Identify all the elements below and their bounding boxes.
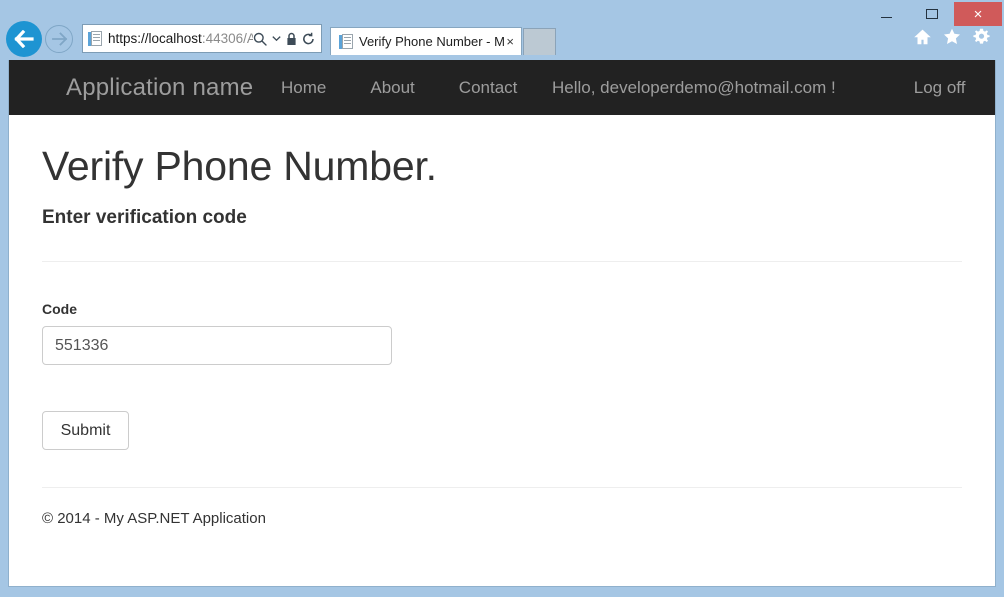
footer-divider bbox=[42, 487, 962, 488]
nav-link-home[interactable]: Home bbox=[259, 78, 348, 98]
verify-code-form: Code Submit bbox=[42, 301, 970, 450]
forward-button[interactable] bbox=[45, 25, 73, 53]
lock-icon[interactable] bbox=[286, 32, 297, 46]
close-tab-button[interactable]: × bbox=[504, 34, 516, 49]
browser-window: × https://localhost:44306/Acc bbox=[0, 0, 1004, 597]
nav-link-about[interactable]: About bbox=[348, 78, 436, 98]
maximize-button[interactable] bbox=[909, 2, 954, 26]
log-off-link[interactable]: Log off bbox=[914, 78, 966, 98]
forward-arrow-icon bbox=[51, 32, 68, 46]
back-button[interactable] bbox=[6, 21, 42, 57]
user-nav: Hello, developerdemo@hotmail.com ! Log o… bbox=[552, 78, 965, 98]
home-icon[interactable] bbox=[914, 29, 931, 45]
address-bar-icons bbox=[253, 32, 317, 46]
search-icon[interactable] bbox=[253, 32, 267, 46]
close-window-button[interactable]: × bbox=[954, 2, 1002, 26]
browser-tab[interactable]: Verify Phone Number - My ... × bbox=[330, 27, 522, 55]
close-icon: × bbox=[974, 7, 983, 22]
section-divider bbox=[42, 261, 962, 262]
brand-link[interactable]: Application name bbox=[66, 74, 253, 102]
submit-button[interactable]: Submit bbox=[42, 411, 129, 450]
gear-icon[interactable] bbox=[973, 28, 990, 45]
chrome-tool-icons bbox=[914, 28, 990, 45]
tab-title: Verify Phone Number - My ... bbox=[359, 34, 504, 49]
primary-nav: Home About Contact bbox=[259, 78, 539, 98]
page-content: Verify Phone Number. Enter verification … bbox=[9, 143, 995, 527]
page-icon bbox=[88, 31, 102, 47]
page-icon bbox=[339, 34, 353, 50]
page-title: Verify Phone Number. bbox=[42, 143, 970, 190]
page-viewport: Application name Home About Contact Hell… bbox=[8, 60, 996, 587]
minimize-icon bbox=[881, 17, 892, 18]
window-controls: × bbox=[864, 2, 1002, 26]
url-path: :44306/Acc bbox=[202, 31, 253, 46]
footer-text: © 2014 - My ASP.NET Application bbox=[42, 510, 970, 527]
code-label: Code bbox=[42, 301, 970, 317]
chevron-down-icon[interactable] bbox=[272, 35, 281, 42]
browser-chrome: × https://localhost:44306/Acc bbox=[0, 0, 1004, 60]
minimize-button[interactable] bbox=[864, 2, 909, 26]
refresh-icon[interactable] bbox=[302, 32, 315, 46]
nav-link-contact[interactable]: Contact bbox=[437, 78, 540, 98]
maximize-icon bbox=[926, 9, 938, 19]
user-greeting-link[interactable]: Hello, developerdemo@hotmail.com ! bbox=[552, 78, 836, 98]
site-navbar: Application name Home About Contact Hell… bbox=[9, 60, 995, 115]
new-tab-button[interactable] bbox=[523, 28, 556, 55]
url-host: https://localhost bbox=[108, 31, 202, 46]
page-subtitle: Enter verification code bbox=[42, 207, 970, 229]
back-arrow-icon bbox=[13, 30, 35, 48]
url-text: https://localhost:44306/Acc bbox=[108, 31, 253, 46]
star-icon[interactable] bbox=[943, 28, 961, 45]
code-input[interactable] bbox=[42, 326, 392, 365]
address-bar[interactable]: https://localhost:44306/Acc bbox=[82, 24, 322, 53]
